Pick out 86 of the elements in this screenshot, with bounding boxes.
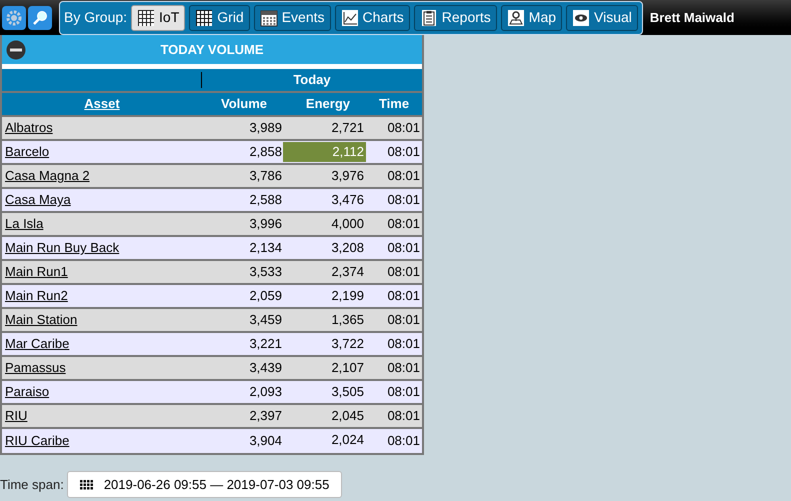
column-header: Volume bbox=[220, 95, 268, 114]
asset-name-link[interactable]: La Isla bbox=[2, 214, 44, 234]
chart-icon bbox=[340, 8, 359, 26]
search-button[interactable] bbox=[28, 6, 52, 30]
table-cell-text: 2,199 bbox=[330, 287, 365, 305]
table-cell-text: 2,024 bbox=[330, 431, 365, 449]
panel-title: TODAY VOLUME bbox=[160, 40, 264, 59]
sort-column-link[interactable]: Asset bbox=[84, 94, 120, 114]
table-cell-text: 2,107 bbox=[330, 359, 365, 377]
asset-name-link[interactable]: Main Run1 bbox=[2, 262, 68, 282]
group-tab[interactable]: Charts bbox=[334, 4, 410, 30]
asset-name-link[interactable]: Albatros bbox=[2, 118, 53, 138]
table-cell-text: 2,059 bbox=[248, 287, 283, 306]
table-cell-text: 2,588 bbox=[248, 191, 283, 210]
table-cell-text: 2,858 bbox=[248, 143, 283, 162]
grid-icon bbox=[137, 8, 156, 26]
table-cell-text: 3,505 bbox=[330, 383, 365, 401]
asset-name-link[interactable]: Casa Magna 2 bbox=[2, 166, 90, 186]
table-cell-text: 2,093 bbox=[248, 383, 283, 402]
table-cell-text: 2,045 bbox=[330, 407, 365, 425]
calendar-icon bbox=[260, 8, 278, 26]
table-cell-text: 08:01 bbox=[386, 143, 421, 162]
map-pin-icon bbox=[506, 8, 525, 26]
time-span-field[interactable]: 2019-06-26 09:55 — 2019-07-03 09:55 bbox=[66, 471, 342, 498]
asset-name-link[interactable]: Casa Maya bbox=[2, 190, 71, 210]
group-label: By Group: bbox=[64, 8, 128, 27]
group-tab[interactable]: Map bbox=[500, 4, 562, 30]
group-header: Today bbox=[292, 71, 332, 89]
table-cell-text: 1,365 bbox=[330, 311, 365, 329]
table-cell-text: 2,397 bbox=[248, 407, 283, 426]
group-tab[interactable]: Grid bbox=[189, 4, 250, 30]
user-name: Brett Maiwald bbox=[650, 8, 734, 27]
table-cell-text: 2,134 bbox=[248, 239, 283, 258]
settings-button[interactable] bbox=[2, 6, 26, 30]
table-cell-text: 08:01 bbox=[386, 191, 421, 210]
table-cell-text: 3,476 bbox=[330, 191, 365, 209]
grid-icon bbox=[195, 8, 214, 26]
asset-name-link[interactable]: Mar Caribe bbox=[2, 334, 70, 354]
table-cell-text: 08:01 bbox=[386, 383, 421, 402]
asset-name-link[interactable]: RIU Caribe bbox=[2, 431, 70, 451]
table-cell-text: 3,208 bbox=[330, 239, 365, 257]
table-cell-text: 3,221 bbox=[248, 335, 283, 354]
asset-name-link[interactable]: Paraiso bbox=[2, 382, 50, 402]
asset-name-link[interactable]: Barcelo bbox=[2, 142, 50, 162]
asset-name-link[interactable]: Main Run2 bbox=[2, 286, 68, 306]
table-cell-text: 3,533 bbox=[248, 263, 283, 282]
table-cell-text: 2,721 bbox=[330, 119, 365, 137]
group-tab[interactable]: Reports bbox=[414, 4, 497, 30]
table-cell-text: 3,976 bbox=[330, 167, 365, 185]
table-cell-text: 3,722 bbox=[330, 335, 365, 353]
table-cell-text: 3,996 bbox=[248, 215, 283, 234]
table-cell-text: 3,439 bbox=[248, 359, 283, 378]
eye-icon bbox=[572, 8, 590, 26]
table-cell-text: 4,000 bbox=[330, 215, 365, 233]
asset-name-link[interactable]: RIU bbox=[2, 406, 28, 426]
group-tab[interactable]: Visual bbox=[566, 4, 638, 30]
collapse-icon bbox=[6, 40, 26, 60]
table-cell-text: 3,904 bbox=[248, 432, 283, 450]
settings-icon bbox=[5, 8, 23, 26]
table-cell-text: 08:01 bbox=[386, 167, 421, 186]
asset-name-link[interactable]: Main Station bbox=[2, 310, 78, 330]
table-cell-text: 08:01 bbox=[386, 263, 421, 282]
table-cell-text: 08:01 bbox=[386, 432, 421, 450]
grid-icon bbox=[80, 480, 94, 490]
search-icon bbox=[31, 8, 49, 26]
clipboard-icon bbox=[420, 8, 438, 26]
table-cell: 2,112 bbox=[283, 142, 366, 162]
asset-name-link[interactable]: Pamassus bbox=[2, 358, 66, 378]
group-tab[interactable]: IoT bbox=[131, 4, 186, 30]
table-cell-text: 08:01 bbox=[386, 287, 421, 306]
table-cell-text: 08:01 bbox=[386, 407, 421, 426]
column-header: Time bbox=[378, 95, 410, 114]
table-cell-text: 08:01 bbox=[386, 119, 421, 138]
table-cell-text: 08:01 bbox=[386, 239, 421, 258]
time-span-label: Time span: bbox=[0, 476, 64, 494]
column-header: Energy bbox=[304, 95, 351, 114]
table-cell-text: 08:01 bbox=[386, 359, 421, 378]
table-cell-text: 2,374 bbox=[330, 263, 365, 281]
table-cell-text: 08:01 bbox=[386, 335, 421, 354]
group-tab[interactable]: Events bbox=[254, 4, 331, 30]
asset-name-link[interactable]: Main Run Buy Back bbox=[2, 238, 120, 258]
table-cell-text: 08:01 bbox=[386, 311, 421, 330]
table-cell-text: 3,459 bbox=[248, 311, 283, 330]
table-cell-text: 3,989 bbox=[248, 119, 283, 138]
table-cell-text: 3,786 bbox=[248, 167, 283, 186]
table-cell-text: 08:01 bbox=[386, 215, 421, 234]
